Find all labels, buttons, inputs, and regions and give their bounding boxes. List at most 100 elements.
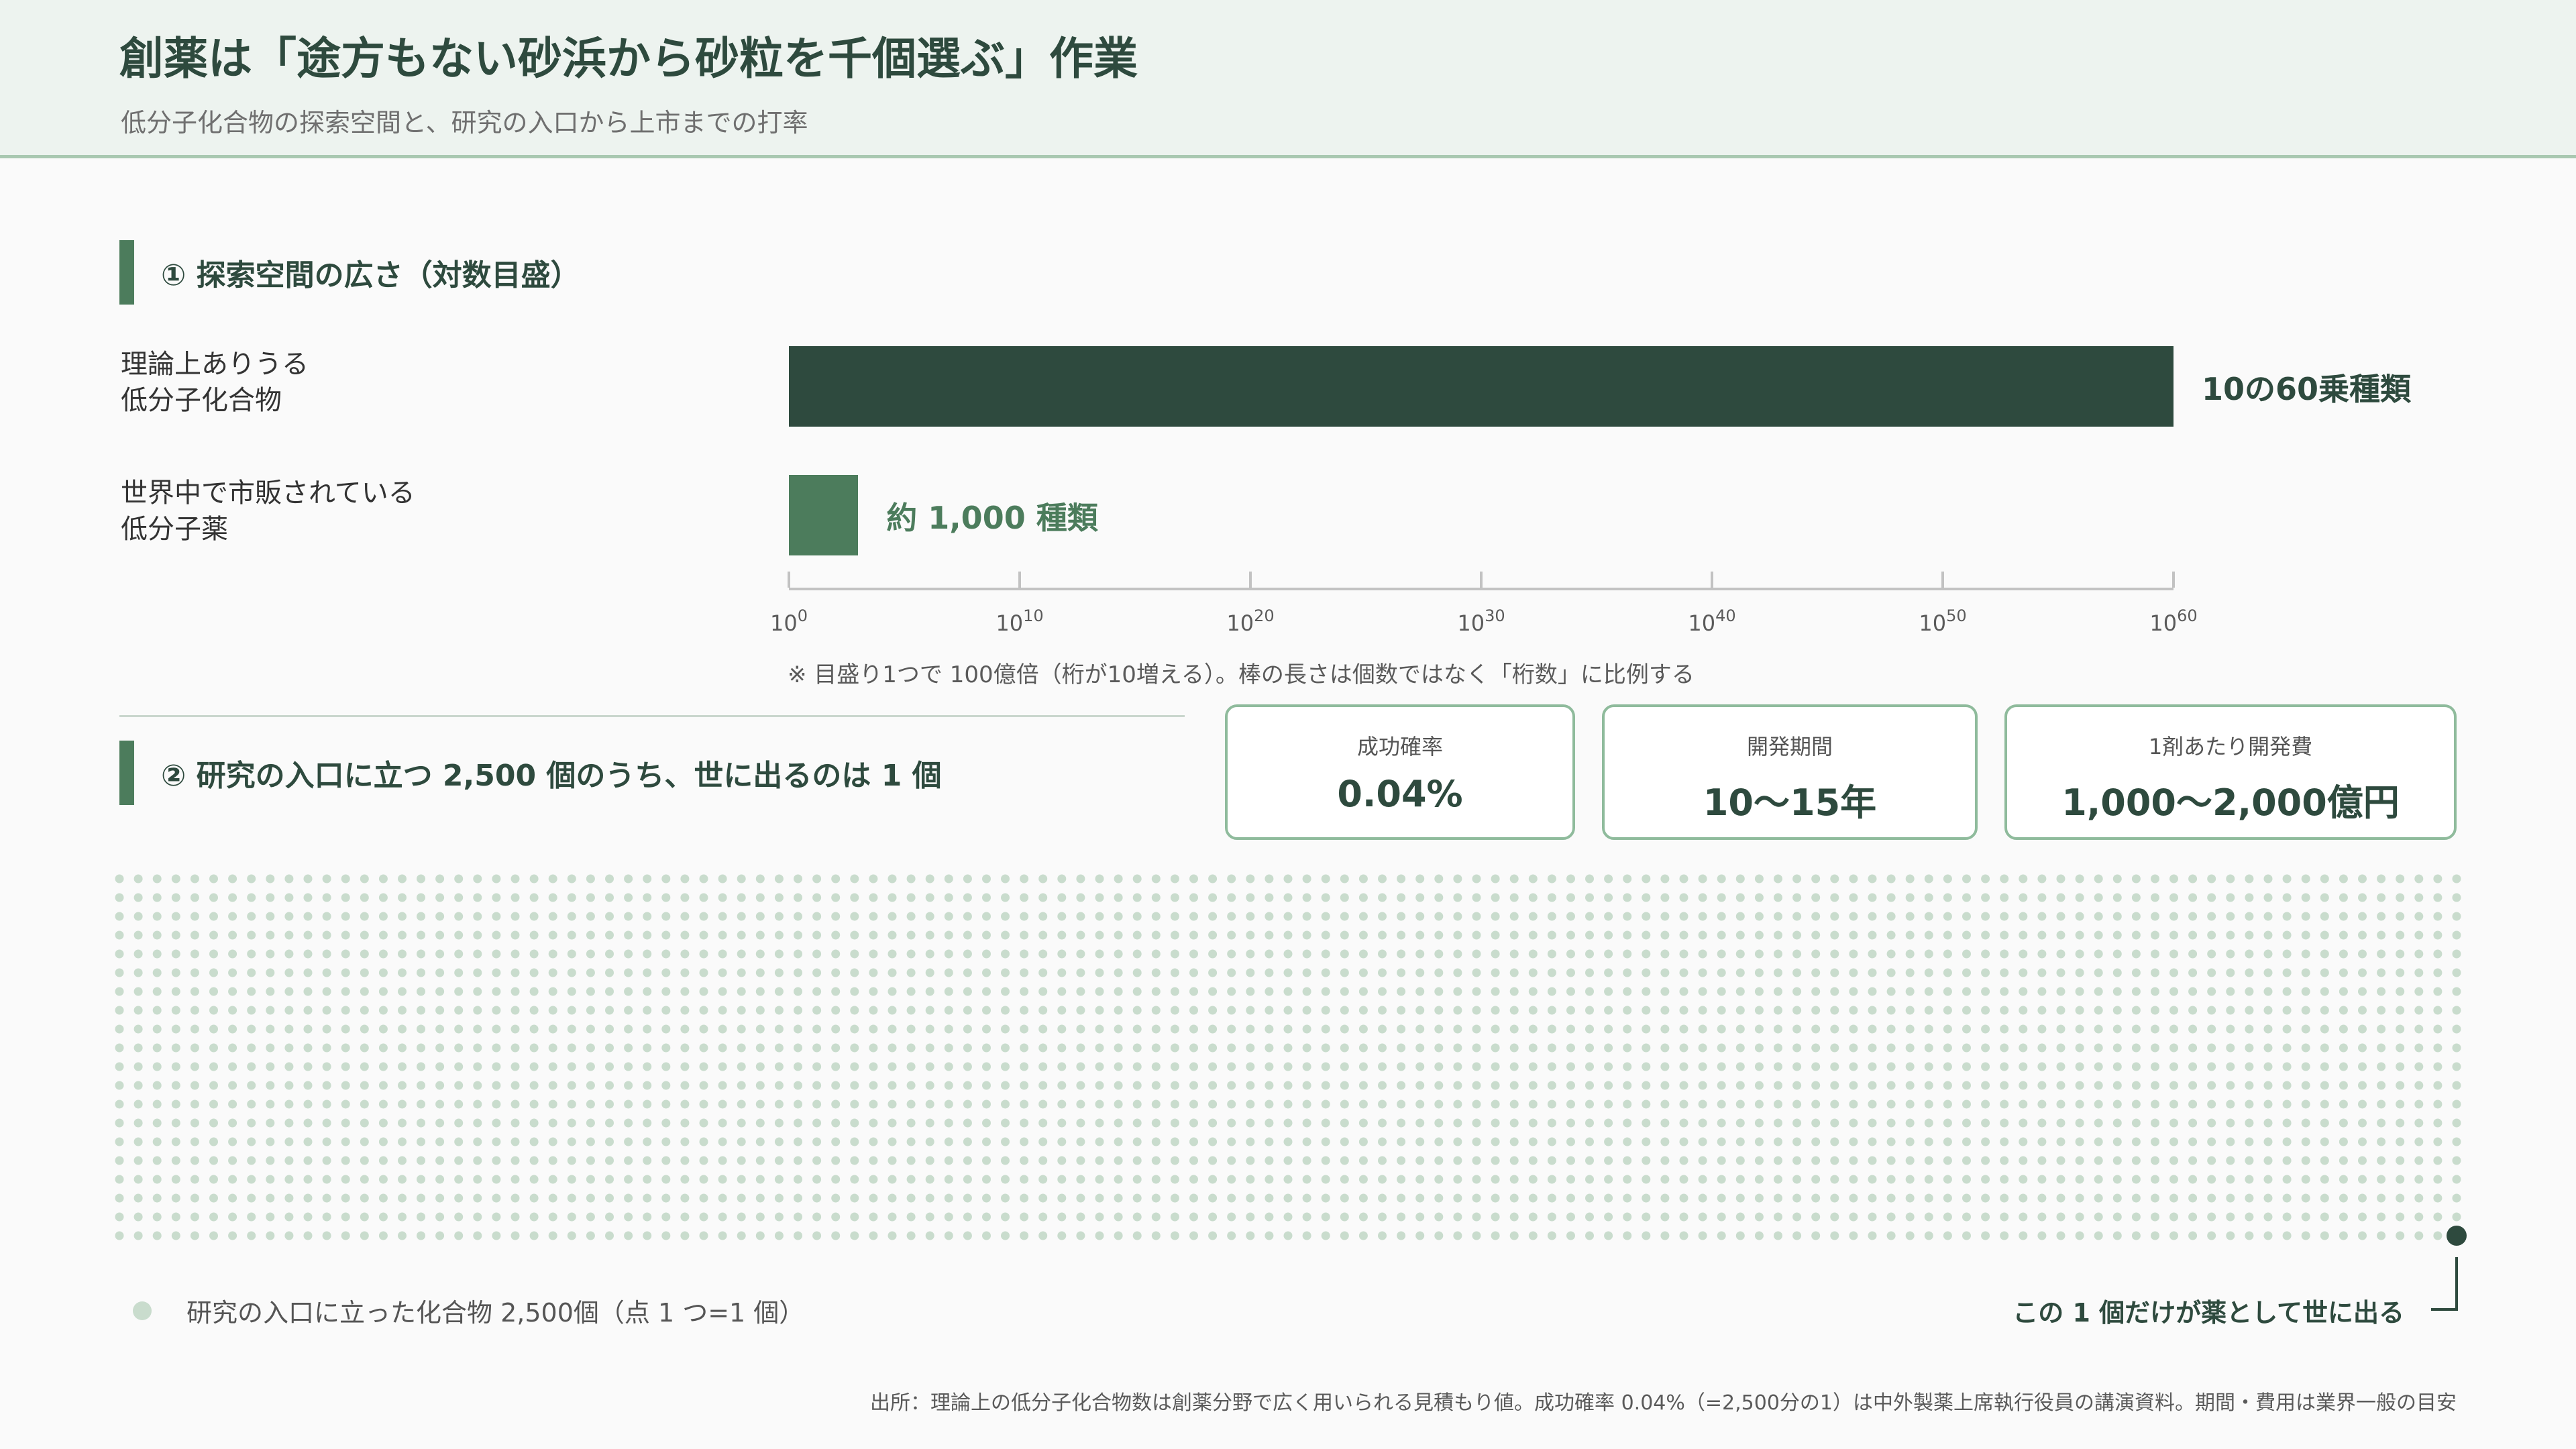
compound-dot — [435, 1062, 445, 1071]
compound-dot — [1020, 987, 1029, 996]
compound-dot — [1924, 1118, 1933, 1128]
compound-dot — [661, 1118, 671, 1128]
compound-dot — [1151, 874, 1161, 883]
compound-dot — [1453, 1212, 1462, 1222]
compound-dot — [1397, 968, 1406, 977]
compound-dot — [1472, 1212, 1481, 1222]
compound-dot — [1623, 893, 1632, 902]
compound-dot — [2339, 1006, 2348, 1015]
compound-dot — [624, 1024, 633, 1034]
compound-dot — [1528, 1099, 1538, 1109]
compound-dot — [360, 1231, 369, 1240]
compound-dot — [1566, 1081, 1575, 1090]
compound-dot — [888, 1193, 897, 1203]
compound-dot — [378, 1212, 388, 1222]
compound-dot — [1057, 1062, 1067, 1071]
compound-dot — [643, 949, 652, 959]
compound-dot — [1415, 1081, 1425, 1090]
compound-dot — [605, 874, 614, 883]
compound-dot — [2433, 1193, 2443, 1203]
compound-dot — [1754, 1024, 1764, 1034]
compound-dot — [1434, 987, 1444, 996]
compound-dot — [1735, 1043, 1745, 1053]
compound-dot — [398, 1193, 407, 1203]
compound-dot — [2226, 1193, 2235, 1203]
compound-dot — [473, 987, 482, 996]
compound-dot — [209, 949, 218, 959]
compound-dot — [1340, 893, 1349, 902]
compound-dot — [794, 1081, 802, 1090]
compound-dot — [1886, 1081, 1896, 1090]
compound-dot — [492, 1175, 501, 1184]
compound-dot — [1774, 930, 1782, 940]
compound-dot — [1151, 1062, 1161, 1071]
compound-dot — [869, 912, 878, 921]
compound-dot — [643, 968, 652, 977]
compound-dot — [1717, 930, 1726, 940]
compound-dot — [2112, 1006, 2122, 1015]
compound-dot — [511, 1212, 520, 1222]
compound-dot — [303, 930, 313, 940]
compound-dot — [133, 912, 143, 921]
compound-dot — [1774, 1137, 1782, 1146]
compound-dot — [1132, 1137, 1142, 1146]
compound-dot — [417, 1099, 425, 1109]
compound-dot — [1774, 1231, 1782, 1240]
compound-dot — [322, 1193, 331, 1203]
compound-dot — [737, 1212, 746, 1222]
compound-dot — [1321, 1043, 1330, 1053]
compound-dot — [1585, 987, 1594, 996]
compound-dot — [1585, 968, 1594, 977]
compound-dot — [115, 1081, 124, 1090]
compound-dot — [624, 930, 633, 940]
compound-dot — [586, 1081, 595, 1090]
compound-dot — [2000, 1137, 2009, 1146]
compound-dot — [2019, 1156, 2028, 1165]
compound-dot — [360, 1043, 369, 1053]
compound-dot — [624, 1043, 633, 1053]
compound-dot — [1905, 874, 1915, 883]
compound-dot — [548, 1137, 557, 1146]
compound-dot — [1792, 1175, 1802, 1184]
compound-dot — [718, 893, 727, 902]
compound-dot — [2301, 1231, 2310, 1240]
compound-dot — [1943, 1081, 1952, 1090]
compound-dot — [341, 1006, 350, 1015]
compound-dot — [2226, 1024, 2235, 1034]
compound-dot — [152, 1006, 162, 1015]
compound-dot — [643, 1137, 652, 1146]
compound-dot — [1943, 1024, 1952, 1034]
compound-dot — [152, 1062, 162, 1071]
compound-dot — [755, 893, 765, 902]
compound-dot — [2169, 930, 2178, 940]
compound-dot — [1302, 987, 1311, 996]
compound-dot — [2056, 912, 2065, 921]
compound-dot — [1170, 987, 1179, 996]
highlight-callout: この 1 個だけが薬として世に出る — [2012, 1298, 2404, 1328]
compound-dot — [2414, 893, 2424, 902]
compound-dot — [1132, 1212, 1142, 1222]
compound-dot — [624, 1099, 633, 1109]
compound-dot — [1453, 1081, 1462, 1090]
legend-text: 研究の入口に立った化合物 2,500個（点 1 つ=1 個） — [186, 1298, 805, 1328]
compound-dot — [529, 1137, 539, 1146]
compound-dot — [152, 874, 162, 883]
compound-dot — [1717, 1081, 1726, 1090]
compound-dot — [1528, 1043, 1538, 1053]
compound-dot — [1020, 1118, 1029, 1128]
compound-dot — [1170, 1193, 1179, 1203]
compound-dot — [2339, 1081, 2348, 1090]
compound-dot — [1472, 1099, 1481, 1109]
compound-dot — [360, 1193, 369, 1203]
compound-dot — [1962, 1118, 1971, 1128]
compound-dot — [1170, 1231, 1179, 1240]
compound-dot — [360, 1081, 369, 1090]
compound-dot — [1057, 1118, 1067, 1128]
compound-dot — [963, 1118, 972, 1128]
compound-dot — [812, 1099, 822, 1109]
compound-dot — [2433, 912, 2443, 921]
compound-dot — [1679, 1024, 1688, 1034]
compound-dot — [2263, 1175, 2273, 1184]
compound-dot — [1246, 1212, 1255, 1222]
compound-dot — [699, 1137, 708, 1146]
